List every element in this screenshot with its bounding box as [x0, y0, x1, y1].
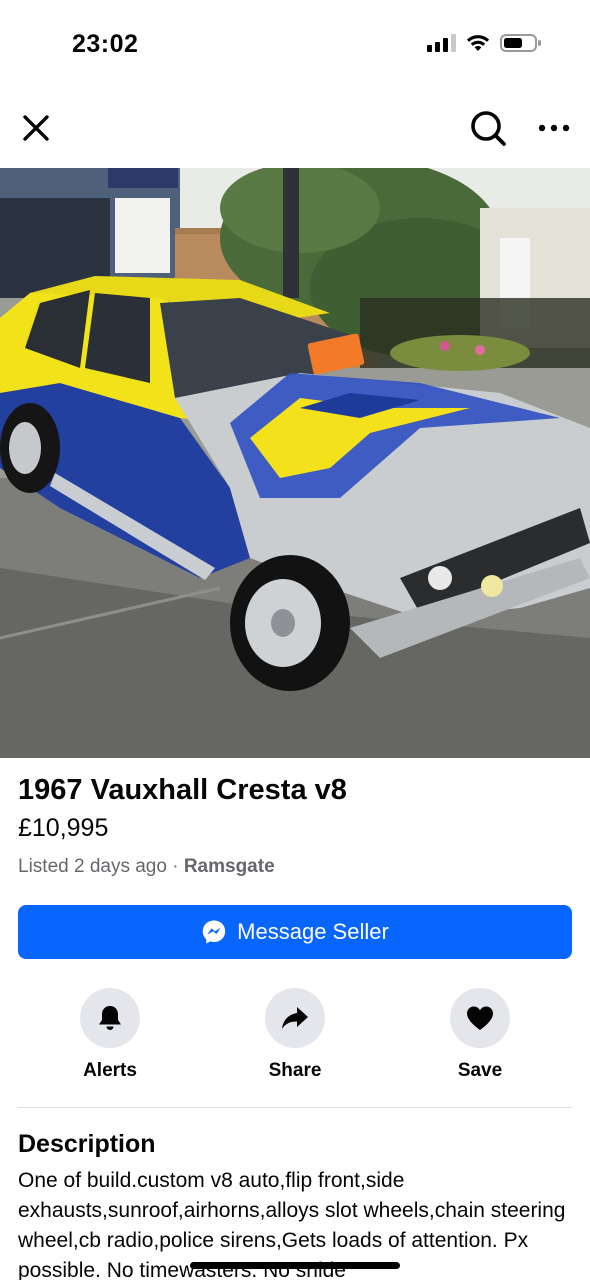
- save-circle[interactable]: [450, 988, 510, 1048]
- close-icon[interactable]: [18, 110, 54, 146]
- share-button[interactable]: Share: [235, 988, 355, 1082]
- home-indicator[interactable]: [190, 1262, 400, 1269]
- status-time: 23:02: [72, 30, 139, 58]
- share-circle[interactable]: [265, 988, 325, 1048]
- alerts-circle[interactable]: [80, 988, 140, 1048]
- search-icon[interactable]: [468, 108, 508, 148]
- alerts-button[interactable]: Alerts: [50, 988, 170, 1082]
- messenger-icon: [202, 920, 226, 944]
- car-photo-illustration: [0, 168, 590, 758]
- heart-icon: [467, 1006, 493, 1030]
- cellular-signal-icon: [427, 34, 456, 52]
- share-label: Share: [268, 1060, 322, 1081]
- action-row: Alerts Share Save: [0, 988, 590, 1088]
- message-seller-label: Message Seller: [237, 919, 389, 944]
- status-icons: [427, 33, 542, 53]
- listing-title: 1967 Vauxhall Cresta v8: [18, 774, 347, 806]
- save-label: Save: [457, 1060, 503, 1081]
- message-seller-button[interactable]: Message Seller: [18, 905, 572, 959]
- listing-location[interactable]: Ramsgate: [184, 856, 275, 877]
- listing-price: £10,995: [18, 814, 109, 842]
- alerts-label: Alerts: [83, 1060, 137, 1081]
- listed-time: Listed 2 days ago ·: [18, 856, 184, 877]
- status-bar: 23:02: [0, 0, 590, 88]
- more-options-icon[interactable]: [534, 110, 574, 146]
- save-button[interactable]: Save: [420, 988, 540, 1082]
- share-arrow-icon: [282, 1007, 308, 1029]
- description-heading: Description: [18, 1130, 156, 1158]
- battery-icon: [500, 34, 541, 52]
- listing-photo[interactable]: [0, 168, 590, 758]
- wifi-icon: [466, 35, 490, 51]
- section-divider: [18, 1107, 572, 1108]
- top-nav: [0, 88, 590, 168]
- listing-meta: Listed 2 days ago · Ramsgate: [18, 856, 275, 878]
- bell-icon: [99, 1006, 121, 1030]
